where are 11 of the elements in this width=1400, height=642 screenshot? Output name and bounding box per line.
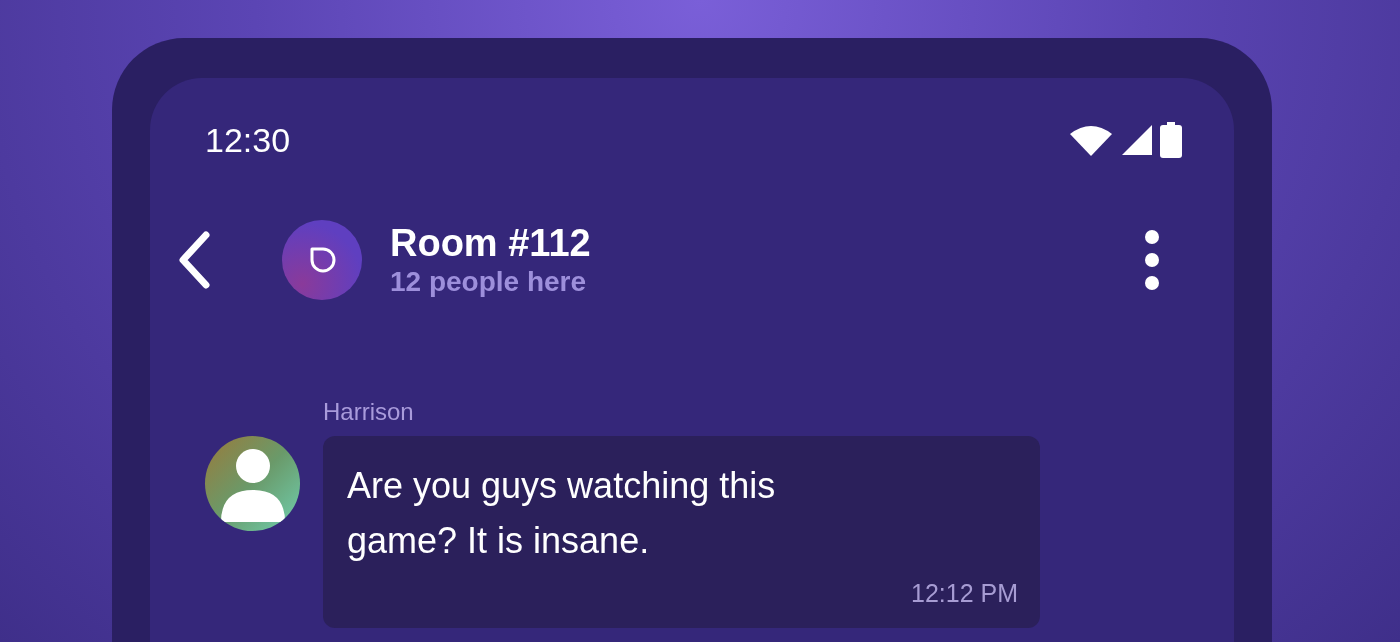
sender-name: Harrison bbox=[323, 398, 415, 426]
more-icon bbox=[1144, 229, 1160, 291]
message-time: 12:12 PM bbox=[911, 578, 1018, 608]
room-title: Room #112 bbox=[390, 221, 591, 265]
back-icon bbox=[178, 231, 210, 289]
status-time: 12:30 bbox=[205, 120, 291, 160]
battery-icon bbox=[1160, 122, 1182, 158]
signal-icon bbox=[1122, 125, 1152, 155]
wifi-icon bbox=[1068, 124, 1114, 156]
room-subtitle: 12 people here bbox=[390, 265, 588, 299]
message-text: Are you guys watching this game? It is insane. bbox=[347, 464, 777, 563]
